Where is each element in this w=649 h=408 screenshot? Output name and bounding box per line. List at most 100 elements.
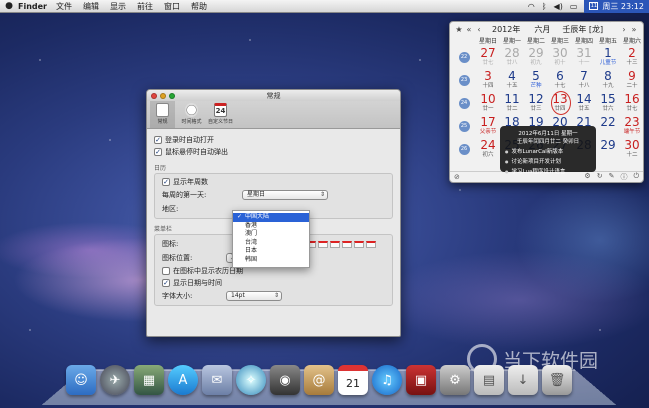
day-cell[interactable]: 7 十八 (572, 69, 596, 92)
show-weeknum-checkbox[interactable]: ✓ 显示年周数 (162, 176, 385, 188)
info-icon[interactable]: ⓘ (620, 172, 627, 182)
day-cell[interactable]: 30 初十 (548, 46, 572, 69)
prev-month-icon[interactable]: ‹ (474, 25, 484, 34)
tooltip-subtitle: 壬辰年闰四月廿二 癸卯日 (516, 139, 580, 145)
region-option-japan[interactable]: 日本 (233, 247, 309, 256)
menu-edit[interactable]: 编辑 (83, 1, 99, 12)
launchpad-icon[interactable]: ✈ (100, 365, 130, 395)
first-day-label: 每周的第一天: (162, 191, 207, 199)
ical-icon[interactable]: 21 (338, 365, 368, 395)
day-cell[interactable]: 8 十九 (596, 69, 620, 92)
day-number: 11 (504, 92, 520, 106)
next-month-icon[interactable]: › (619, 25, 629, 34)
facetime-icon[interactable]: ◉ (270, 365, 300, 395)
day-number: 8 (604, 69, 612, 83)
day-cell[interactable]: 14 廿五 (572, 92, 596, 115)
refresh-icon[interactable]: ↻ (597, 172, 603, 182)
hover-popup-checkbox[interactable]: ✓ 鼠标悬停时自动弹出 (154, 146, 393, 158)
day-cell[interactable]: 11 廿二 (500, 92, 524, 115)
volume-icon[interactable]: ◀) (554, 2, 563, 11)
calendar-month[interactable]: 六月 (534, 24, 550, 35)
mail-icon[interactable]: ✉ (202, 365, 232, 395)
day-cell[interactable]: 4 十五 (500, 69, 524, 92)
region-option-mainland[interactable]: 中国大陆 (233, 213, 309, 222)
day-cell[interactable]: 27 廿七 (476, 46, 500, 69)
trash-icon[interactable]: 🗑 (542, 365, 572, 395)
login-open-checkbox[interactable]: ✓ 登录时自动打开 (154, 134, 393, 146)
day-cell[interactable]: 31 十一 (572, 46, 596, 69)
day-number: 3 (484, 69, 492, 83)
menu-file[interactable]: 文件 (56, 1, 72, 12)
region-option-taiwan[interactable]: 台湾 (233, 239, 309, 248)
tab-custom-holidays[interactable]: 24 自定义节日 (208, 101, 233, 128)
power-icon[interactable]: ⏻ (633, 172, 639, 182)
wifi-icon[interactable]: ◠ (528, 2, 535, 11)
region-option-macau[interactable]: 澳门 (233, 230, 309, 239)
day-cell[interactable]: 1 儿童节 (596, 46, 620, 69)
week-number: 25 (452, 115, 476, 138)
address-book-icon[interactable]: @ (304, 365, 334, 395)
day-cell[interactable]: 24 初六 (476, 138, 500, 161)
day-cell[interactable]: 29 初九 (524, 46, 548, 69)
system-preferences-icon[interactable]: ⚙ (440, 365, 470, 395)
menu-view[interactable]: 显示 (110, 1, 126, 12)
lunar-date: 廿二 (506, 106, 518, 112)
window-title: 常规 (266, 91, 281, 100)
day-cell[interactable]: 29 (596, 138, 620, 161)
tab-general[interactable]: 常规 (150, 101, 175, 128)
day-cell[interactable]: 17 父亲节 (476, 115, 500, 138)
menu-app-name[interactable]: Finder (18, 2, 47, 11)
edit-icon[interactable]: ✎ (609, 172, 615, 182)
prev-year-icon[interactable]: « (464, 25, 474, 34)
menubar-clock[interactable]: 11 周三 23:12 (584, 0, 649, 13)
day-cell[interactable]: 5 芒种 (524, 69, 548, 92)
day-cell[interactable]: 15 廿六 (596, 92, 620, 115)
finder-icon[interactable]: ☺ (66, 365, 96, 395)
tab-time-format[interactable]: 时间格式 (179, 101, 204, 128)
menu-window[interactable]: 窗口 (164, 1, 180, 12)
day-cell[interactable]: 30 十二 (620, 138, 643, 161)
calendar-settings-icon[interactable]: ★ (454, 25, 464, 34)
day-cell[interactable]: 10 廿一 (476, 92, 500, 115)
first-day-select[interactable]: 星期日 (242, 190, 328, 200)
icon-style-options[interactable] (306, 240, 378, 248)
region-option-hongkong[interactable]: 香港 (233, 222, 309, 231)
week-number-badge: 22 (458, 52, 470, 63)
day-cell[interactable]: 3 十四 (476, 69, 500, 92)
day-cell[interactable]: 13 廿四 (548, 91, 572, 115)
calendar-year[interactable]: 2012年 (492, 24, 520, 35)
day-cell[interactable]: 6 十七 (548, 69, 572, 92)
region-option-korea[interactable]: 韩国 (233, 256, 309, 265)
day-cell[interactable]: 12 廿三 (524, 92, 548, 115)
window-titlebar[interactable]: 常规 (147, 90, 400, 101)
apple-menu-icon[interactable]: ● (0, 1, 18, 11)
day-cell[interactable]: 22 (596, 115, 620, 138)
day-cell[interactable]: 16 廿七 (620, 92, 643, 115)
menu-help[interactable]: 帮助 (191, 1, 207, 12)
day-cell[interactable]: 23 端午节 (620, 115, 643, 138)
calendar-icon: 11 (589, 2, 599, 10)
app-store-icon[interactable]: A (168, 365, 198, 395)
photobooth-icon[interactable]: ▣ (406, 365, 436, 395)
lunar-date: 初六 (482, 152, 494, 158)
tab-time-format-label: 时间格式 (181, 119, 202, 125)
link-icon[interactable]: ⊘ (454, 173, 460, 181)
day-cell[interactable]: 9 二十 (620, 69, 643, 92)
day-cell[interactable]: 2 十三 (620, 46, 643, 69)
day-cell[interactable]: 28 廿八 (500, 46, 524, 69)
itunes-icon[interactable]: ♫ (372, 365, 402, 395)
day-number: 12 (528, 92, 544, 106)
calendar-popover: ★ « ‹ 2012年 六月 壬辰年 [龙] › » 星期日 星期一 星期二 星… (449, 21, 644, 183)
calendar-24-icon: 24 (214, 103, 227, 117)
font-size-select[interactable]: 14pt (226, 291, 282, 301)
battery-icon[interactable]: ▭ (570, 2, 578, 11)
mission-control-icon[interactable]: ▦ (134, 365, 164, 395)
next-year-icon[interactable]: » (629, 25, 639, 34)
show-datetime-checkbox[interactable]: ✓ 显示日期与时间 (162, 277, 385, 289)
safari-icon[interactable]: ✧ (236, 365, 266, 395)
downloads-icon[interactable]: ↓ (508, 365, 538, 395)
menu-go[interactable]: 前往 (137, 1, 153, 12)
bluetooth-icon[interactable]: ᛒ (542, 2, 547, 11)
documents-icon[interactable]: ▤ (474, 365, 504, 395)
day-number: 2 (628, 46, 636, 60)
